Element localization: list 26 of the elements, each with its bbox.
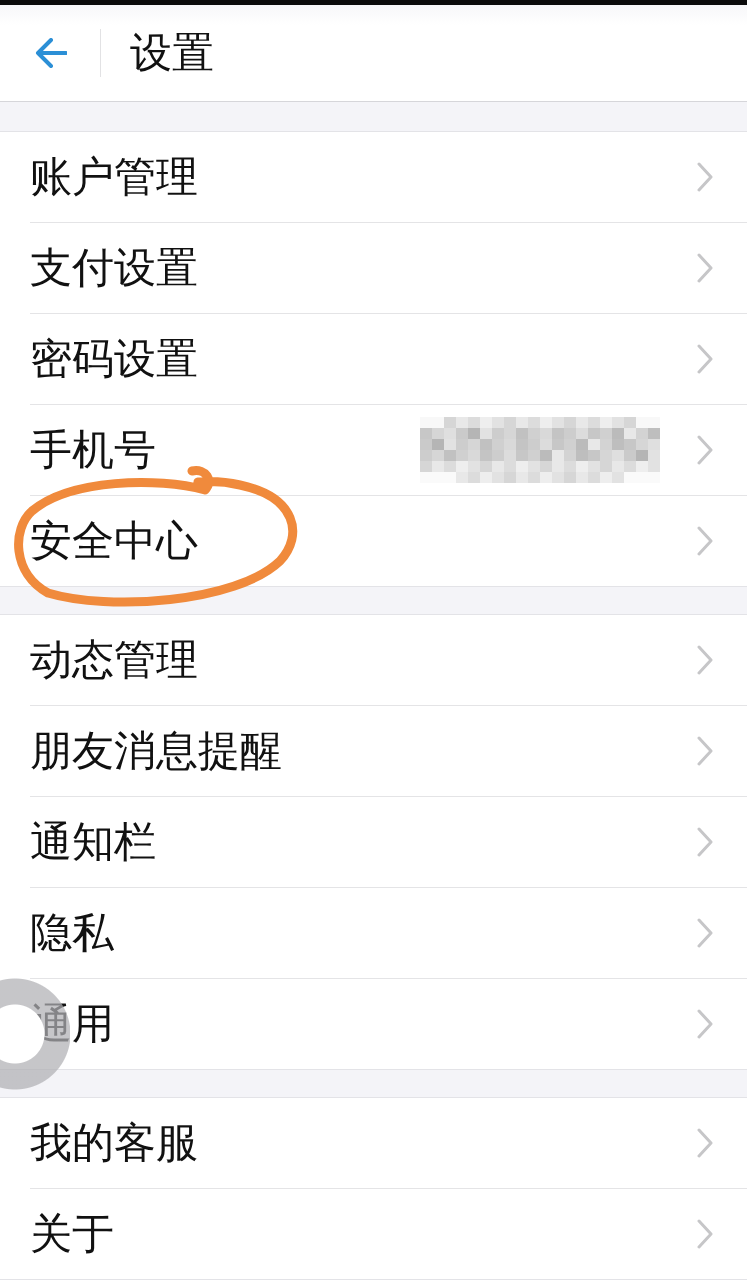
chevron-right-icon (697, 645, 713, 675)
settings-row[interactable]: 账户管理 (0, 132, 747, 222)
settings-row[interactable]: 支付设置 (0, 223, 747, 313)
chevron-right-icon (697, 162, 713, 192)
page-title: 设置 (130, 32, 214, 74)
settings-row[interactable]: 动态管理 (0, 615, 747, 705)
chevron-right-icon (697, 526, 713, 556)
chevron-right-icon (697, 253, 713, 283)
chevron-right-icon (697, 344, 713, 374)
chevron-right-icon (697, 736, 713, 766)
chevron-right-icon (697, 1128, 713, 1158)
settings-row[interactable]: 手机号 (0, 405, 747, 495)
settings-row[interactable]: 安全中心 (0, 496, 747, 586)
settings-row[interactable]: 我的客服 (0, 1098, 747, 1188)
settings-row[interactable]: 隐私 (0, 888, 747, 978)
chevron-right-icon (697, 918, 713, 948)
back-button[interactable] (35, 38, 67, 68)
chevron-right-icon (697, 435, 713, 465)
settings-row[interactable]: 关于 (0, 1189, 747, 1279)
back-arrow-icon (35, 38, 67, 68)
settings-row[interactable]: 通知栏 (0, 797, 747, 887)
settings-row[interactable]: 朋友消息提醒 (0, 706, 747, 796)
chevron-right-icon (697, 1009, 713, 1039)
settings-row[interactable]: 密码设置 (0, 314, 747, 404)
chevron-right-icon (697, 827, 713, 857)
chevron-right-icon (697, 1219, 713, 1249)
